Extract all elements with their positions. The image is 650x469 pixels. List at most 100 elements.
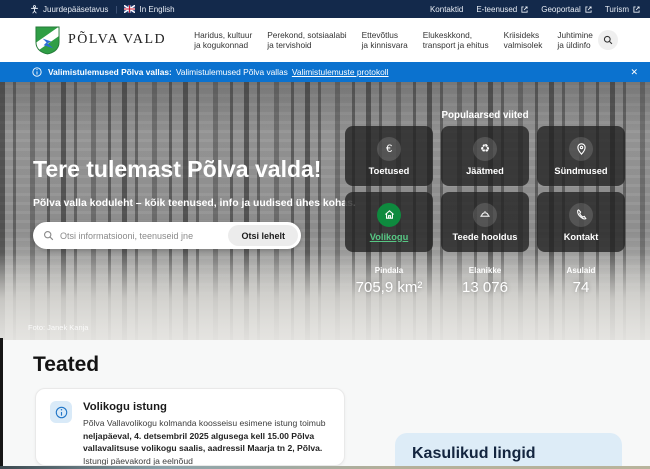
search-icon [603,35,613,45]
photo-credit: Foto: Janek Kanja [28,323,88,332]
notice-body: Põlva Vallavolikogu kolmanda koosseisu e… [83,417,330,466]
external-link-icon [633,6,640,13]
coat-of-arms-icon [35,26,60,55]
hero-section: Tere tulemast Põlva valda! Põlva valla k… [0,82,650,340]
nav-item-juhtimine[interactable]: Juhtimine ja üldinfo [557,30,593,51]
alert-text: Valimistulemused Põlva vallas [176,67,288,77]
topbar-right: Kontaktid E-teenused Geoportaal Turism [430,5,640,14]
alert-close-icon[interactable]: ✕ [630,67,638,78]
site-logo[interactable]: PÕLVA VALD [35,26,166,55]
topbar-left: Juurdepääsetavus | In English [30,5,175,14]
nav-label-line: Kriisideks [504,30,543,41]
location-pin-icon [569,137,593,161]
notice-card-volikogu-istung[interactable]: Volikogu istung Põlva Vallavolikogu kolm… [35,388,345,466]
main-nav: Haridus, kultuur ja kogukonnad Perekond,… [194,30,593,51]
stat-value: 74 [537,279,625,296]
topbar-link-eteenused[interactable]: E-teenused [476,5,528,14]
stat-label: Elanikke [441,266,529,275]
site-header: PÕLVA VALD Haridus, kultuur ja kogukonna… [0,18,650,62]
content-section: Teated Volikogu istung Põlva Vallavoliko… [0,340,650,469]
hero-search-bar: Otsi lehelt [33,222,301,249]
tile-teede-hooldus[interactable]: Teede hooldus [441,192,529,252]
topbar-separator: | [115,5,117,14]
topbar-link-label: E-teenused [476,5,517,14]
notice-body-text: Põlva Vallavolikogu kolmanda koosseisu e… [83,418,326,428]
stat-elanikke: Elanikke 13 076 [441,266,529,296]
nav-item-perekond[interactable]: Perekond, sotsiaalabi ja tervishoid [267,30,346,51]
alert-banner: Valimistulemused Põlva vallas: Valimistu… [0,62,650,82]
top-utility-bar: Juurdepääsetavus | In English Kontaktid … [0,0,650,18]
topbar-link-kontaktid[interactable]: Kontaktid [430,5,463,14]
nav-label-line: valmisolek [504,40,543,51]
alert-protocol-link[interactable]: Valimistulemuste protokoll [292,67,389,77]
nav-label-line: Perekond, sotsiaalabi [267,30,346,41]
recycle-icon: ♻ [473,137,497,161]
nav-item-haridus[interactable]: Haridus, kultuur ja kogukonnad [194,30,252,51]
accessibility-link[interactable]: Juurdepääsetavus [30,5,108,14]
nav-label-line: Haridus, kultuur [194,30,252,41]
nav-item-elukeskkond[interactable]: Elukeskkond, transport ja ehitus [423,30,489,51]
stat-label: Asulaid [537,266,625,275]
hero-search-input[interactable] [60,231,228,241]
tile-label: Toetused [369,166,410,176]
info-icon [32,67,42,77]
stat-asulaid: Asulaid 74 [537,266,625,296]
site-name: PÕLVA VALD [68,32,166,48]
phone-icon [569,203,593,227]
notice-body-text: Istungi päevakord ja eelnõud [83,456,193,466]
topbar-link-label: Geoportaal [541,5,581,14]
alert-title: Valimistulemused Põlva vallas: [48,67,172,77]
road-maintenance-icon [473,203,497,227]
municipality-stats: Pindala 705,9 km² Elanikke 13 076 Asulai… [345,266,625,296]
tile-kontakt[interactable]: Kontakt [537,192,625,252]
tile-label: Teede hooldus [453,232,518,242]
external-link-icon [521,6,528,13]
tile-sundmused[interactable]: Sündmused [537,126,625,186]
quicklinks-title: Populaarsed viited [345,110,625,121]
useful-links-panel: Kasulikud lingid [395,433,622,469]
tile-label: Kontakt [564,232,599,242]
tile-label: Volikogu [370,232,409,242]
stat-label: Pindala [345,266,433,275]
nav-label-line: Ettevõtlus [362,30,408,41]
hero-subtitle: Põlva valla koduleht – kõik teenused, in… [33,198,356,209]
tile-label: Jäätmed [466,166,504,176]
tile-toetused[interactable]: € Toetused [345,126,433,186]
teated-heading: Teated [33,353,99,377]
search-icon [43,230,54,241]
notice-body-bold: neljapäeval, 4. detsembril 2025 algusega… [83,431,322,454]
stat-pindala: Pindala 705,9 km² [345,266,433,296]
nav-label-line: transport ja ehitus [423,40,489,51]
home-icon [377,203,401,227]
hero-search-button[interactable]: Otsi lehelt [228,225,298,246]
header-search-button[interactable] [598,30,618,50]
topbar-link-geoportaal[interactable]: Geoportaal [541,5,592,14]
nav-label-line: ja kinnisvara [362,40,408,51]
window-edge-left [0,338,3,469]
tile-volikogu[interactable]: Volikogu [345,192,433,252]
nav-item-kriisideks[interactable]: Kriisideks valmisolek [504,30,543,51]
hero-title: Tere tulemast Põlva valda! [33,156,321,183]
uk-flag-icon [124,5,135,13]
notice-content: Volikogu istung Põlva Vallavolikogu kolm… [83,401,330,453]
nav-label-line: ja tervishoid [267,40,346,51]
topbar-link-label: Turism [605,5,629,14]
nav-label-line: Juhtimine [557,30,593,41]
nav-label-line: Elukeskkond, [423,30,489,41]
accessibility-label: Juurdepääsetavus [43,5,108,14]
quicklink-tiles: € Toetused ♻ Jäätmed Sündmused Volikogu [345,126,625,252]
accessibility-icon [30,5,39,14]
notice-info-icon [50,401,72,423]
stat-value: 705,9 km² [345,279,433,296]
euro-coin-icon: € [377,137,401,161]
external-link-icon [585,6,592,13]
stat-value: 13 076 [441,279,529,296]
tile-jaatmed[interactable]: ♻ Jäätmed [441,126,529,186]
topbar-link-label: Kontaktid [430,5,463,14]
nav-item-ettevotlus[interactable]: Ettevõtlus ja kinnisvara [362,30,408,51]
useful-links-heading: Kasulikud lingid [412,445,605,463]
topbar-link-turism[interactable]: Turism [605,5,640,14]
language-label: In English [139,5,174,14]
notice-title: Volikogu istung [83,401,330,413]
language-switcher[interactable]: In English [124,5,174,14]
